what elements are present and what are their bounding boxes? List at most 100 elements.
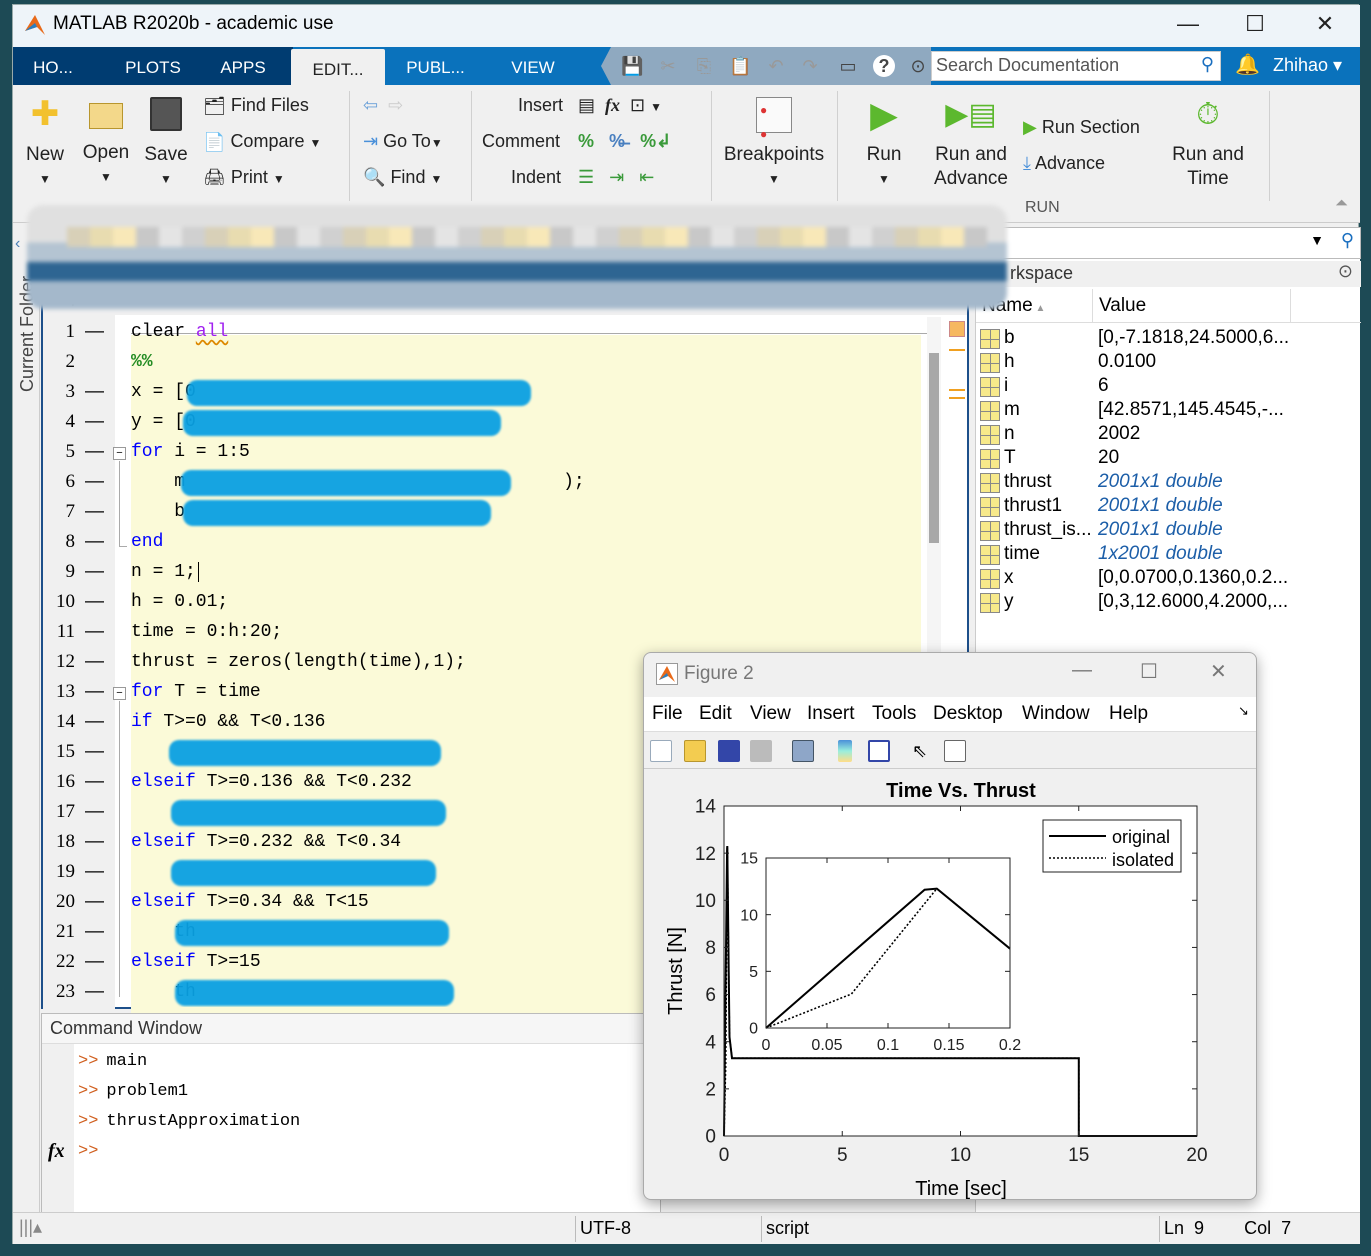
undo-icon[interactable]: ↶ xyxy=(765,55,787,77)
minimize-button[interactable]: — xyxy=(1168,11,1208,37)
go-to-button[interactable]: ⇥ Go To▼ xyxy=(363,129,443,155)
column-value[interactable]: Value xyxy=(1092,289,1152,323)
workspace-variable-row[interactable]: thrust1 2001x1 double xyxy=(976,495,1356,519)
breakpoint-dash[interactable]: — xyxy=(85,561,104,583)
breakpoint-dash[interactable]: — xyxy=(85,471,104,493)
fx-icon[interactable]: fx xyxy=(605,95,620,115)
workspace-variable-row[interactable]: h 0.0100 xyxy=(976,351,1356,375)
workspace-variable-row[interactable]: time 1x2001 double xyxy=(976,543,1356,567)
breakpoint-dash[interactable]: — xyxy=(85,441,104,463)
close-button[interactable]: ✕ xyxy=(1305,11,1345,37)
help-icon[interactable]: ? xyxy=(873,55,895,77)
cut-icon[interactable]: ✂ xyxy=(657,55,679,77)
breakpoint-dash[interactable]: — xyxy=(85,801,104,823)
more-options-icon[interactable]: ⊙ xyxy=(907,55,929,77)
current-folder-panel-collapsed[interactable]: ‹ Current Folder xyxy=(13,227,40,1227)
workspace-variable-row[interactable]: thrust 2001x1 double xyxy=(976,471,1356,495)
run-section-button[interactable]: ▶ Run Section xyxy=(1023,115,1140,139)
back-forward-buttons[interactable]: ⇦ ⇨ xyxy=(363,93,403,117)
breakpoint-dash[interactable]: — xyxy=(85,651,104,673)
maximize-button[interactable]: ☐ xyxy=(1235,11,1275,37)
decrease-indent-icon[interactable]: ⇤ xyxy=(639,167,654,187)
tab-home[interactable]: HO... xyxy=(13,47,93,85)
run-and-time-button[interactable]: ⏱ Run and Time xyxy=(1163,97,1253,191)
breakpoint-dash[interactable]: — xyxy=(85,591,104,613)
uncomment-icon[interactable]: %̶ xyxy=(609,131,625,151)
breakpoint-dash[interactable]: — xyxy=(85,711,104,733)
workspace-variable-row[interactable]: T 20 xyxy=(976,447,1356,471)
warning-marker[interactable] xyxy=(949,389,965,391)
fold-toggle-icon[interactable]: − xyxy=(113,447,126,460)
smart-indent-icon[interactable]: ☰ xyxy=(578,167,594,187)
wrap-comments-icon[interactable]: %↲ xyxy=(640,131,671,151)
workspace-variable-row[interactable]: thrust_is... 2001x1 double xyxy=(976,519,1356,543)
tab-publish[interactable]: PUBL... xyxy=(388,47,483,85)
breakpoint-dash[interactable]: — xyxy=(85,741,104,763)
increase-indent-icon[interactable]: ⇥ xyxy=(609,167,624,187)
search-documentation-input[interactable]: Search Documentation ⚲ xyxy=(931,51,1221,81)
dropdown-arrow-icon[interactable]: ▼ xyxy=(650,100,662,114)
paste-icon[interactable]: 📋 xyxy=(729,55,751,77)
breakpoint-dash[interactable]: — xyxy=(85,921,104,943)
workspace-variable-row[interactable]: i6 xyxy=(976,375,1356,399)
new-button[interactable]: ✚ New ▼ xyxy=(23,97,67,191)
collapse-toolstrip-icon[interactable]: ⏶ xyxy=(1335,195,1348,213)
run-and-advance-button[interactable]: ▶▤ Run and Advance xyxy=(929,97,1013,191)
command-window[interactable]: Command Window >> main >> problem1 >> thrustA… xyxy=(41,1013,662,1214)
panel-options-icon[interactable]: ⊙ xyxy=(1338,261,1353,282)
insert-function-icon[interactable]: ⊡ xyxy=(630,95,645,115)
workspace-variable-row[interactable]: b [0,-7.1818,24.5000,6... xyxy=(976,327,1356,351)
breakpoint-dash[interactable]: — xyxy=(85,621,104,643)
breakpoint-dash[interactable]: — xyxy=(85,681,104,703)
breakpoint-dash[interactable]: — xyxy=(85,891,104,913)
find-button[interactable]: 🔍 Find ▼ xyxy=(363,165,442,191)
tab-plots[interactable]: PLOTS xyxy=(108,47,198,85)
tab-apps[interactable]: APPS xyxy=(208,47,278,85)
breakpoint-dash[interactable]: — xyxy=(85,861,104,883)
workspace-variable-row[interactable]: y [0,3,12.6000,4.2000,... xyxy=(976,591,1356,615)
forward-arrow-icon[interactable]: ⇨ xyxy=(388,95,403,115)
dropdown-arrow-icon[interactable]: ▼ xyxy=(1310,232,1324,248)
breakpoint-dash[interactable]: — xyxy=(85,321,104,343)
address-bar[interactable]: ▼ ⚲ xyxy=(976,227,1361,259)
workspace-variable-row[interactable]: m [42.8571,145.4545,-... xyxy=(976,399,1356,423)
fold-toggle-icon[interactable]: − xyxy=(113,687,126,700)
workspace-variable-row[interactable]: n 2002 xyxy=(976,423,1356,447)
copy-icon[interactable]: ⎘ xyxy=(693,55,715,77)
breakpoint-dash[interactable]: — xyxy=(85,381,104,403)
warning-marker[interactable] xyxy=(949,397,965,399)
compare-button[interactable]: 📄 Compare ▼ xyxy=(203,129,321,155)
search-icon[interactable]: ⚲ xyxy=(1341,230,1354,251)
insert-section-icon[interactable]: ▤ xyxy=(578,95,595,115)
breakpoint-dash[interactable]: — xyxy=(85,951,104,973)
redo-icon[interactable]: ↷ xyxy=(799,55,821,77)
user-menu[interactable]: Zhihao ▾ xyxy=(1273,55,1342,76)
advance-button[interactable]: ⤓ Advance xyxy=(1023,151,1105,175)
breakpoints-button[interactable]: ● ● Breakpoints ▼ xyxy=(719,97,829,191)
find-files-button[interactable]: 🗂 Find Files xyxy=(203,93,309,118)
open-button[interactable]: Open ▼ xyxy=(79,97,133,189)
comment-icon[interactable]: % xyxy=(578,131,594,151)
command-input-line[interactable]: >> xyxy=(78,1142,106,1161)
scrollbar-thumb[interactable] xyxy=(929,353,939,543)
workspace-variable-row[interactable]: x [0,0.0700,0.1360,0.2... xyxy=(976,567,1356,591)
code-analyzer-warning-indicator[interactable] xyxy=(949,321,965,337)
back-arrow-icon[interactable]: ⇦ xyxy=(363,95,378,115)
tab-view[interactable]: VIEW xyxy=(493,47,573,85)
print-button[interactable]: 🖨 Print ▼ xyxy=(203,165,285,185)
breakpoint-dash[interactable]: — xyxy=(85,831,104,853)
breakpoint-dash[interactable]: — xyxy=(85,531,104,553)
notification-bell-icon[interactable]: 🔔 xyxy=(1235,52,1260,77)
switch-windows-icon[interactable]: ▭ xyxy=(837,55,859,77)
breakpoint-dash[interactable]: — xyxy=(85,981,104,1003)
breakpoint-dash[interactable]: — xyxy=(85,771,104,793)
breakpoint-dash[interactable]: — xyxy=(85,411,104,433)
run-button[interactable]: ▶ Run ▼ xyxy=(859,97,909,191)
breakpoint-dash[interactable]: — xyxy=(85,501,104,523)
save-icon[interactable]: 💾 xyxy=(621,55,643,77)
function-browser-fx-icon[interactable]: fx xyxy=(48,1140,65,1163)
thrust-plot[interactable]: 0 5 10 15 20 0 2 4 6 8 10 12 14 Time Vs. Thrust Time [… xyxy=(644,653,1257,1200)
warning-marker[interactable] xyxy=(949,349,965,351)
search-icon[interactable]: ⚲ xyxy=(1201,54,1214,75)
save-button[interactable]: Save ▼ xyxy=(143,97,189,191)
